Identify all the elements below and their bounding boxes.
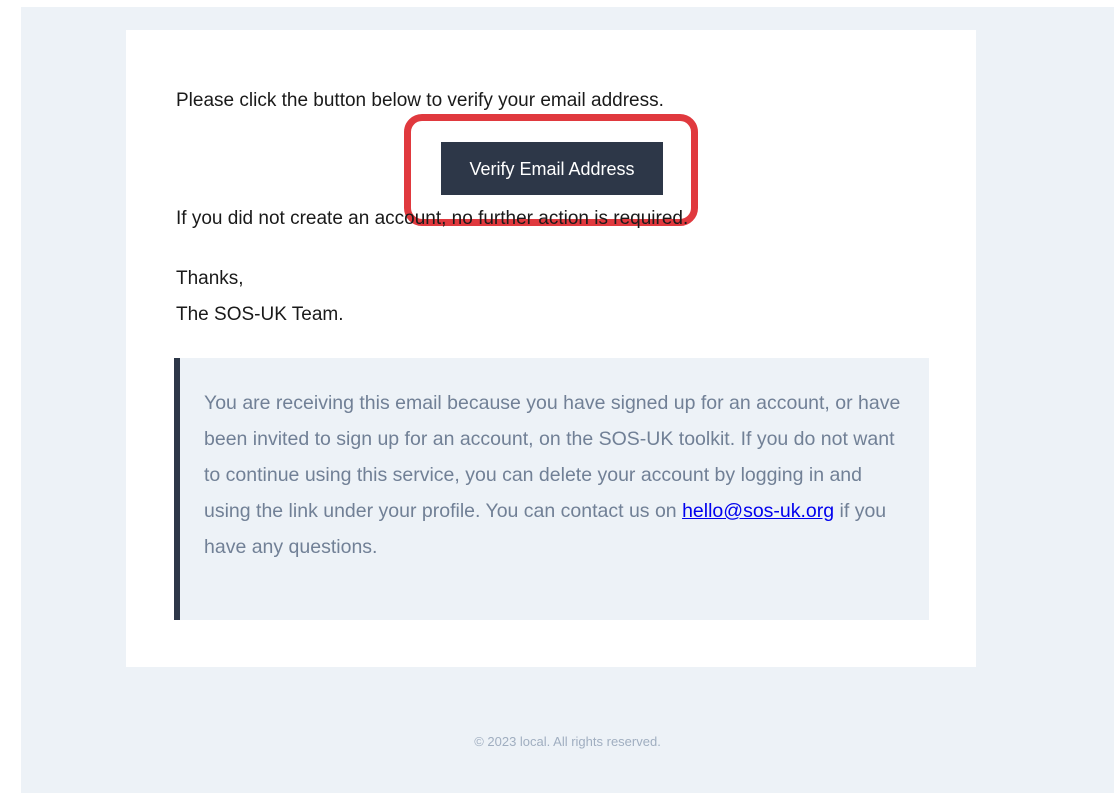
contact-email-link[interactable]: hello@sos-uk.org: [682, 500, 834, 522]
footer-copyright: © 2023 local. All rights reserved.: [474, 734, 661, 749]
notice-text: You are receiving this email because you…: [204, 385, 905, 565]
no-action-text: If you did not create an account, no fur…: [176, 208, 689, 229]
signature-text: The SOS-UK Team.: [176, 304, 344, 325]
intro-text: Please click the button below to verify …: [176, 90, 664, 111]
subcopy-notice-panel: You are receiving this email because you…: [174, 358, 929, 620]
verify-email-button[interactable]: Verify Email Address: [441, 142, 663, 195]
thanks-text: Thanks,: [176, 268, 244, 289]
email-body-card: Please click the button below to verify …: [126, 30, 976, 667]
email-background: Please click the button below to verify …: [21, 7, 1114, 793]
